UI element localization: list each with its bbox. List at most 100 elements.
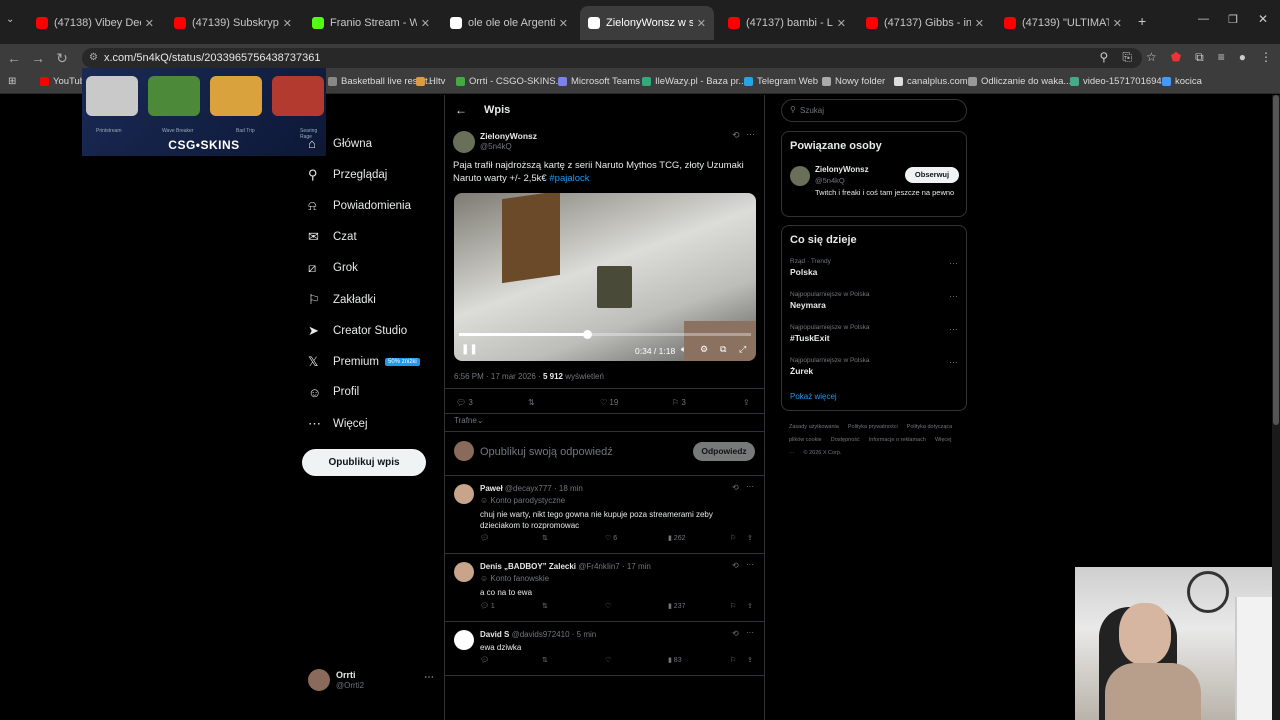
- back-arrow-icon[interactable]: ←: [455, 103, 467, 117]
- close-tab-icon[interactable]: ✕: [279, 17, 292, 30]
- nav-item-x-logo[interactable]: 𝕏 Premium 50% zniżki: [308, 354, 420, 370]
- trend-item[interactable]: Najpopularniejsze w Polska #TuskExit ⋯: [790, 324, 960, 343]
- post-button[interactable]: Opublikuj wpis: [302, 449, 426, 476]
- reply-button[interactable]: 💬︎: [480, 656, 489, 664]
- retweet-button[interactable]: ⇅: [542, 656, 548, 664]
- bookmark-item[interactable]: Odliczanie do waka...: [968, 76, 1071, 87]
- share-icon[interactable]: ⇪: [747, 602, 753, 610]
- close-tab-icon[interactable]: ✕: [141, 17, 154, 30]
- address-bar[interactable]: ⚙ x.com/5n4kQ/status/2033965756438737361: [82, 48, 1142, 68]
- install-icon[interactable]: ⎘: [1122, 50, 1132, 65]
- close-tab-icon[interactable]: ✕: [693, 17, 706, 30]
- scrollbar-thumb[interactable]: [1273, 95, 1279, 425]
- related-name[interactable]: ZielonyWonsz: [815, 165, 869, 174]
- back-icon[interactable]: ←: [2, 50, 26, 66]
- bookmark-item[interactable]: canalplus.com: [894, 76, 968, 87]
- footer-link[interactable]: © 2026 X Corp.: [804, 450, 842, 456]
- like-button[interactable]: ♡: [605, 656, 611, 664]
- zoom-icon[interactable]: ⚲: [1100, 50, 1109, 65]
- site-info-icon[interactable]: ⚙: [89, 48, 98, 68]
- browser-tab[interactable]: (47138) Vibey Deep H✕: [28, 6, 162, 40]
- forward-icon[interactable]: →: [26, 50, 50, 66]
- avatar[interactable]: [454, 484, 474, 504]
- like-button[interactable]: ♡ 6: [605, 534, 617, 542]
- menu-icon[interactable]: ⋮: [1260, 50, 1272, 65]
- reply-author[interactable]: Paweł: [480, 484, 503, 493]
- settings-icon[interactable]: ⚙: [700, 344, 708, 355]
- profile-icon[interactable]: ●: [1239, 50, 1246, 65]
- sort-dropdown[interactable]: Trafne⌄: [454, 416, 484, 425]
- browser-tab[interactable]: ZielonyWonsz w serw✕: [580, 6, 714, 40]
- trend-item[interactable]: Najpopularniejsze w Polska Neymara ⋯: [790, 291, 960, 310]
- bookmark-button[interactable]: ⚐ 3: [672, 398, 686, 407]
- browser-tab[interactable]: (47137) bambi - LET IT B✕: [720, 6, 854, 40]
- footer-link[interactable]: Polityka prywatności: [848, 424, 898, 430]
- more-icon[interactable]: ⋯: [949, 324, 958, 335]
- author-name[interactable]: ZielonyWonsz: [480, 131, 537, 141]
- tab-search-icon[interactable]: ⌄: [6, 14, 14, 25]
- video-scrubber-handle[interactable]: [583, 330, 593, 339]
- reply-handle[interactable]: @decayx777: [505, 484, 552, 493]
- avatar[interactable]: [453, 131, 475, 153]
- bookmark-icon[interactable]: ⚐: [730, 534, 736, 542]
- pause-icon[interactable]: ❚❚: [461, 344, 478, 355]
- reply-item[interactable]: David S @davids972410 · 5 min ⟲ ⋯ ewa dziwk…: [445, 622, 764, 676]
- nav-item-search[interactable]: ⚲ Przeglądaj: [308, 167, 387, 183]
- more-icon[interactable]: ⋯: [949, 291, 958, 302]
- new-tab-button[interactable]: +: [1138, 13, 1146, 29]
- trend-item[interactable]: Najpopularniejsze w Polska Żurek ⋯: [790, 357, 960, 376]
- search-input[interactable]: ⚲ Szukaj: [781, 99, 967, 122]
- minimize-button[interactable]: —: [1198, 13, 1209, 25]
- nav-item-grok[interactable]: ⧄ Grok: [308, 260, 358, 276]
- more-icon[interactable]: ⋯: [424, 672, 434, 683]
- like-button[interactable]: ♡: [605, 602, 611, 610]
- browser-tab[interactable]: (47139) "ULTIMATE" | Trap✕: [996, 6, 1130, 40]
- close-tab-icon[interactable]: ✕: [1109, 17, 1122, 30]
- avatar[interactable]: [454, 630, 474, 650]
- bookmark-item[interactable]: Nowy folder: [822, 76, 885, 87]
- close-window-button[interactable]: ✕: [1258, 12, 1268, 26]
- avatar[interactable]: [454, 562, 474, 582]
- more-icon[interactable]: ⋯: [949, 258, 958, 269]
- reply-item[interactable]: Paweł @decayx777 · 18 min ⟲ ⋯ ☺ Konto parod…: [445, 476, 764, 554]
- more-icon[interactable]: ⋯: [746, 628, 754, 637]
- pip-icon[interactable]: ⧉: [720, 344, 726, 355]
- close-tab-icon[interactable]: ✕: [833, 17, 846, 30]
- avatar[interactable]: [790, 166, 810, 186]
- nav-item-bookmark[interactable]: ⚐ Zakładki: [308, 292, 376, 308]
- trend-item[interactable]: Rząd · Trendy Polska ⋯: [790, 258, 960, 277]
- reply-submit-button[interactable]: Odpowiedz: [693, 442, 755, 461]
- nav-item-home[interactable]: ⌂ Główna: [308, 136, 372, 151]
- reply-button[interactable]: 💬︎ 1: [480, 602, 495, 610]
- bookmark-item[interactable]: Microsoft Teams: [558, 76, 640, 87]
- share-icon[interactable]: ⇪: [743, 398, 750, 407]
- grok-icon[interactable]: ⟲: [732, 483, 739, 492]
- nav-item-rocket[interactable]: ➤ Creator Studio: [308, 323, 407, 339]
- video-progress-bar[interactable]: [459, 330, 751, 339]
- reply-handle[interactable]: @davids972410: [512, 630, 570, 639]
- close-tab-icon[interactable]: ✕: [417, 17, 430, 30]
- bookmark-item[interactable]: Orrti - CSGO-SKINS...: [456, 76, 563, 87]
- share-icon[interactable]: ⇪: [747, 656, 753, 664]
- more-icon[interactable]: ⋯: [746, 129, 755, 140]
- browser-tab[interactable]: Franio Stream - Watch Li✕: [304, 6, 438, 40]
- apps-icon[interactable]: ⊞: [8, 76, 16, 87]
- nav-item-more[interactable]: ⋯ Więcej: [308, 416, 368, 432]
- reply-author[interactable]: Denis „BADBOY” Zalecki: [480, 562, 576, 571]
- maximize-button[interactable]: ❐: [1228, 13, 1238, 26]
- related-handle[interactable]: @5n4kQ: [815, 176, 845, 185]
- views-button[interactable]: ▮ 237: [668, 602, 685, 610]
- author-handle[interactable]: @5n4kQ: [480, 142, 512, 151]
- browser-tab[interactable]: (47137) Gibbs - inny ft. S✕: [858, 6, 992, 40]
- browser-tab[interactable]: (47139) Subskrypcje - You✕: [166, 6, 300, 40]
- footer-link[interactable]: Informacje o reklamach: [869, 437, 926, 443]
- star-icon[interactable]: ☆: [1146, 50, 1157, 65]
- bookmark-icon[interactable]: ⚐: [730, 602, 736, 610]
- bookmark-item[interactable]: IleWazy.pl - Baza pr...: [642, 76, 746, 87]
- bookmark-item[interactable]: video-1571701694: [1070, 76, 1162, 87]
- puzzle-icon[interactable]: ⧉: [1195, 50, 1204, 65]
- footer-link[interactable]: Dostępność: [831, 437, 860, 443]
- reload-icon[interactable]: ↻: [50, 50, 74, 67]
- grok-icon[interactable]: ⟲: [732, 629, 739, 638]
- like-button[interactable]: ♡ 19: [600, 398, 618, 407]
